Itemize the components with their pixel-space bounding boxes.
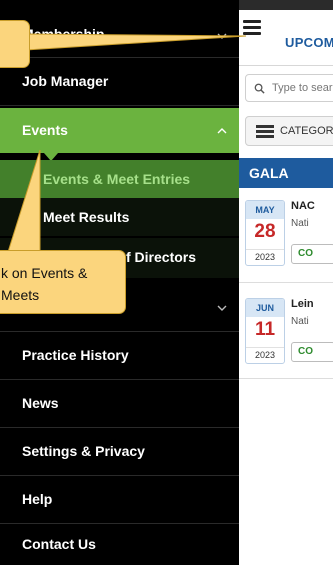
menu-item-label: Job Manager [22,73,109,89]
menu-item-job-manager[interactable]: Job Manager [0,58,239,106]
menu-item-events[interactable]: Events [0,108,239,153]
submenu-item-label: Events & Meet Entries [43,171,191,187]
hamburger-menu-icon[interactable] [243,20,261,38]
event-subtitle: Nati [291,316,309,327]
chevron-down-icon [217,305,227,311]
event-year: 2023 [246,347,284,362]
event-month: JUN [246,299,284,317]
menu-item-label: Practice History [22,347,129,363]
menu-item-label: Contact Us [22,536,96,552]
chevron-down-icon [217,33,227,39]
menu-item-label: News [22,395,59,411]
list-icon [256,125,274,139]
status-bar [239,0,333,10]
section-header-gala: GALA [239,158,333,188]
card-divider [239,378,333,379]
menu-item-news[interactable]: News [0,380,239,428]
menu-item-contact-us[interactable]: Contact Us [0,524,239,565]
category-filter-label: CATEGOR [280,125,333,137]
menu-item-label: Help [22,491,53,507]
event-day: 11 [254,319,276,340]
event-subtitle: Nati [291,218,309,229]
menu-item-settings-privacy[interactable]: Settings & Privacy [0,428,239,476]
tutorial-callout-top [0,20,30,68]
event-date-box: JUN 11 2023 [245,298,285,364]
category-filter-button[interactable]: CATEGOR [245,116,333,146]
event-title: NAC [291,200,315,212]
event-card[interactable]: JUN 11 2023 Lein Nati CO [245,298,333,368]
section-header-label: GALA [249,165,289,181]
event-title: Lein [291,298,314,310]
submenu-item-events-meet-entries[interactable]: Events & Meet Entries [0,160,239,198]
event-card[interactable]: MAY 28 2023 NAC Nati CO [245,200,333,270]
tutorial-callout-hint: k on Events & Meets [0,250,126,314]
upcoming-events-page: UPCOM Type to sear CATEGOR GALA MAY 28 2… [239,0,333,565]
menu-item-label: Membership [22,26,105,42]
event-year: 2023 [246,249,284,264]
submenu-item-label: Meet Results [43,209,130,225]
event-status-badge[interactable]: CO [291,342,333,362]
search-input[interactable]: Type to sear [245,74,333,102]
chevron-up-icon [217,128,227,134]
submenu-item-meet-results[interactable]: Meet Results [0,198,239,236]
menu-item-label: Events [22,122,68,138]
menu-item-practice-history[interactable]: Practice History [0,332,239,380]
page-title: UPCOM [285,35,333,50]
submenu-item-label: f Directors [126,249,197,265]
event-date-box: MAY 28 2023 [245,200,285,266]
event-status-badge[interactable]: CO [291,244,333,264]
search-placeholder: Type to sear [272,82,333,94]
event-day: 28 [254,221,276,242]
header-divider [239,65,333,66]
menu-item-membership[interactable]: Membership [0,14,239,58]
tutorial-callout-text: k on Events & Meets [1,265,88,303]
menu-item-help[interactable]: Help [0,476,239,524]
search-icon [254,83,265,94]
event-month: MAY [246,201,284,219]
card-divider [239,282,333,283]
menu-item-label: Settings & Privacy [22,443,145,459]
